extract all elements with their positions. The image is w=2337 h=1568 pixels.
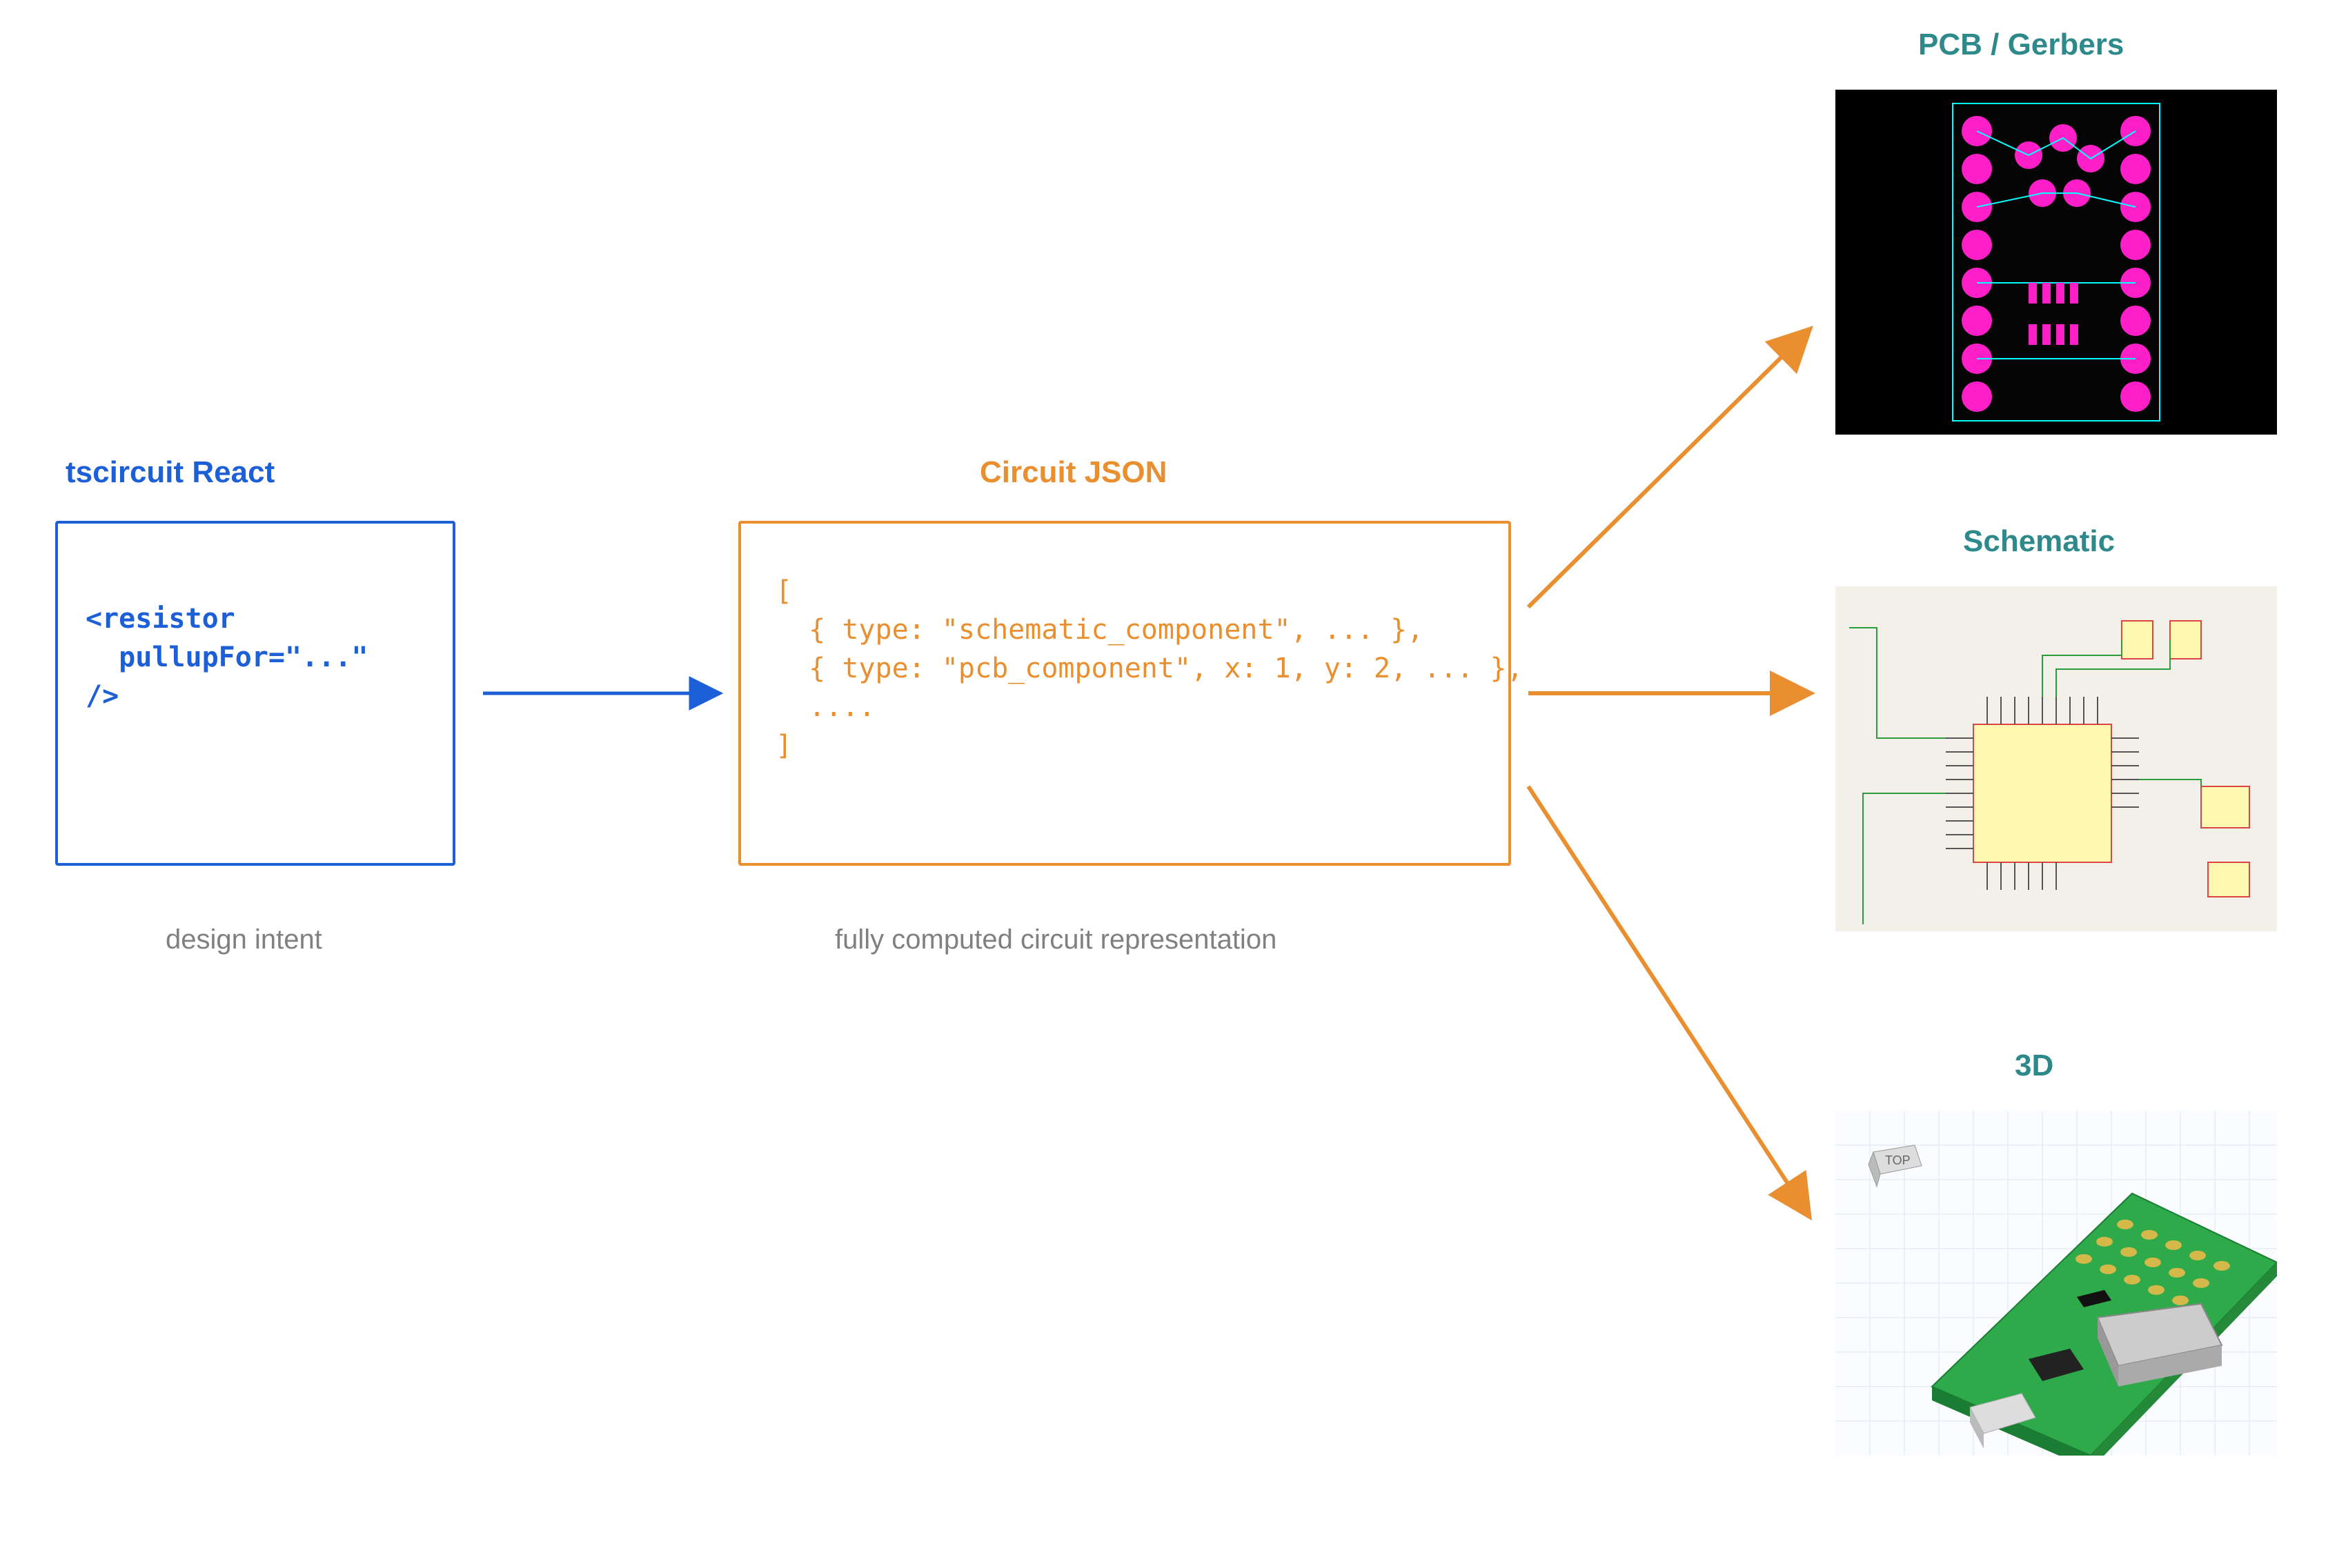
arrow-json-to-pcb — [1528, 331, 1808, 607]
pcb-title: PCB / Gerbers — [1918, 28, 2124, 62]
pcb-thumbnail — [1835, 90, 2277, 435]
schematic-thumbnail — [1835, 586, 2277, 931]
react-caption: design intent — [166, 924, 322, 955]
react-box: <resistor pullupFor="..." /> — [55, 521, 455, 866]
svg-text:TOP: TOP — [1885, 1153, 1911, 1167]
json-code: [ { type: "schematic_component", ... }, … — [741, 524, 1508, 793]
schematic-title: Schematic — [1963, 524, 2115, 559]
react-title: tscircuit React — [66, 455, 275, 490]
json-title: Circuit JSON — [980, 455, 1167, 490]
json-caption: fully computed circuit representation — [835, 924, 1276, 955]
react-code: <resistor pullupFor="..." /> — [58, 524, 453, 743]
threed-title: 3D — [2015, 1049, 2053, 1083]
threed-thumbnail: TOP — [1835, 1111, 2277, 1456]
json-box: [ { type: "schematic_component", ... }, … — [738, 521, 1511, 866]
arrow-json-to-3d — [1528, 786, 1808, 1214]
